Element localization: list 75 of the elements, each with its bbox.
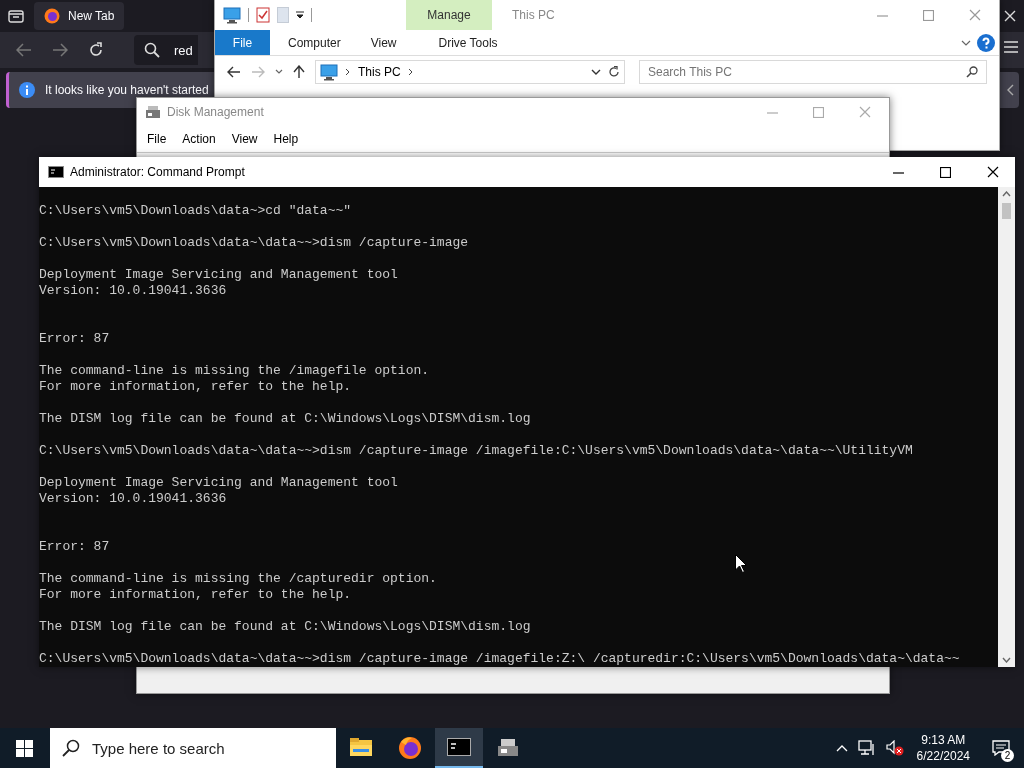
- console-line: C:\Users\vm5\Downloads\data~\data~~>dism /capture-image /imagefile:Z:\ /capturedir:C:\Users\vm5\Downloads\data~\data~~: [39, 651, 961, 667]
- menu-icon[interactable]: [1004, 41, 1018, 53]
- browser-tab[interactable]: New Tab: [34, 2, 125, 30]
- network-icon[interactable]: [857, 740, 876, 756]
- address-bar[interactable]: red: [134, 35, 198, 65]
- scroll-up-icon[interactable]: [1002, 191, 1011, 197]
- menu-item[interactable]: Action: [182, 132, 216, 146]
- scroll-down-icon[interactable]: [1002, 657, 1011, 663]
- console-line: For more information, refer to the help.: [39, 379, 353, 395]
- console-line: The command-line is missing the /capturedir option.: [39, 571, 438, 587]
- browser-logo-icon: [398, 736, 422, 760]
- scrollbar[interactable]: [998, 187, 1015, 667]
- console-line: Error: 87: [39, 331, 111, 347]
- scroll-thumb[interactable]: [1002, 203, 1011, 219]
- help-icon[interactable]: [977, 33, 995, 52]
- menu-item[interactable]: File: [147, 132, 167, 146]
- console-line: The DISM log file can be found at C:\Windows\Logs\DISM\dism.log: [39, 619, 532, 635]
- console-line: Version: 10.0.19041.3636: [39, 283, 228, 299]
- dropdown-icon[interactable]: [591, 69, 601, 75]
- clock[interactable]: 9:13 AM 6/22/2024: [908, 732, 978, 764]
- console-line: Version: 10.0.19041.3636: [39, 491, 228, 507]
- refresh-icon[interactable]: [608, 66, 620, 78]
- info-icon: [19, 82, 35, 98]
- console-line: C:\Users\vm5\Downloads\data~\data~~>dism /capture-image /imagefile:C:\Users\vm5\Downloads\data~\data~~\UtilityVM: [39, 443, 914, 459]
- recent-locations-icon[interactable]: [275, 69, 283, 75]
- up-icon[interactable]: [293, 65, 305, 79]
- console-line: Deployment Image Servicing and Management tool: [39, 475, 399, 491]
- search-input[interactable]: Type here to search: [92, 739, 336, 757]
- notification-count: 2: [1001, 749, 1014, 762]
- console-line: C:\Users\vm5\Downloads\data~>cd "data~~": [39, 203, 353, 219]
- show-hidden-icons-icon[interactable]: [835, 744, 848, 752]
- close-icon[interactable]: [987, 166, 999, 178]
- mouse-pointer-icon: [735, 554, 747, 573]
- window-title: Administrator: Command Prompt: [70, 165, 245, 179]
- menu-item[interactable]: Help: [273, 132, 299, 146]
- tab-list-icon[interactable]: [8, 8, 24, 24]
- address-field[interactable]: This PC: [315, 60, 625, 84]
- search-icon: [144, 42, 160, 58]
- search-field[interactable]: Type here to search: [50, 728, 336, 768]
- menu-item[interactable]: View: [231, 132, 258, 146]
- checklist-icon[interactable]: [256, 7, 270, 23]
- computer-icon[interactable]: [223, 6, 241, 24]
- search-field[interactable]: Search This PC: [639, 60, 987, 84]
- tab-title: New Tab: [68, 9, 115, 23]
- search-icon: [62, 739, 80, 757]
- taskbar-app-button[interactable]: [435, 728, 483, 768]
- search-icon: [966, 66, 978, 78]
- console-line: Deployment Image Servicing and Management tool: [39, 267, 399, 283]
- collapse-icon[interactable]: [1006, 84, 1014, 96]
- dropdown-icon[interactable]: [296, 11, 304, 19]
- file-menu-button[interactable]: File: [215, 30, 270, 55]
- ribbon-tab[interactable]: View: [358, 30, 409, 55]
- console-line: C:\Users\vm5\Downloads\data~\data~~>dism /capture-image: [39, 235, 470, 251]
- windows-logo-icon[interactable]: [16, 739, 33, 757]
- back-icon[interactable]: [227, 66, 241, 78]
- console-line: For more information, refer to the help.: [39, 587, 353, 603]
- chevron-icon: [345, 68, 351, 76]
- window-title: Disk Management: [167, 105, 264, 119]
- volume-muted-icon[interactable]: [885, 740, 904, 756]
- chevron-icon: [407, 68, 414, 76]
- maximize-icon[interactable]: [940, 166, 951, 178]
- console-line: The DISM log file can be found at C:\Windows\Logs\DISM\dism.log: [39, 411, 532, 427]
- forward-icon[interactable]: [52, 43, 68, 57]
- expand-ribbon-icon[interactable]: [961, 39, 971, 46]
- computer-icon: [320, 63, 338, 81]
- reload-icon[interactable]: [88, 42, 104, 58]
- console-line: The command-line is missing the /imagefile option.: [39, 363, 431, 379]
- console-line: Error: 87: [39, 539, 111, 555]
- browser-logo-icon: [44, 8, 60, 24]
- terminal-icon: [447, 735, 471, 759]
- contextual-tab-header: Manage: [406, 0, 492, 30]
- terminal-icon: [48, 166, 64, 178]
- window-title: This PC: [512, 8, 555, 22]
- ribbon-tab[interactable]: Computer: [276, 30, 353, 55]
- ribbon-tab[interactable]: Drive Tools: [426, 30, 510, 55]
